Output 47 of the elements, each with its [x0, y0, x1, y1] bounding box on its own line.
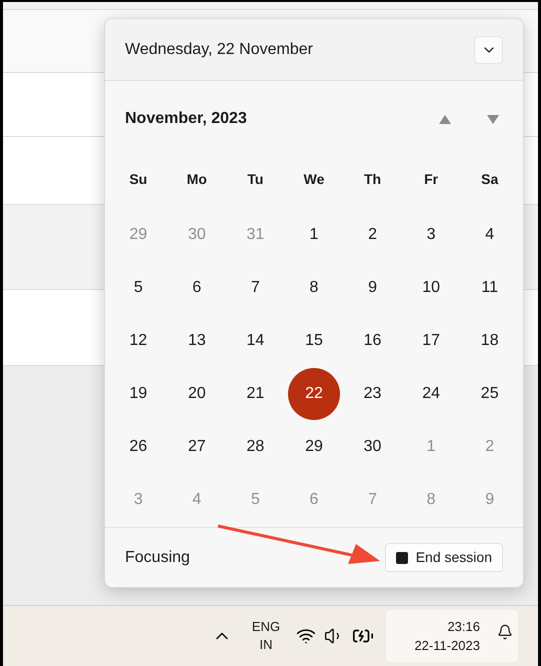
calendar-day[interactable]: 25: [470, 374, 510, 414]
weekday-label: We: [304, 170, 324, 188]
calendar-day[interactable]: 9: [352, 268, 393, 308]
calendar-day[interactable]: 26: [118, 426, 158, 466]
input-language-button[interactable]: ENG IN: [246, 618, 286, 654]
calendar-day[interactable]: 2: [352, 214, 393, 254]
calendar-day[interactable]: 17: [411, 320, 452, 360]
calendar-day[interactable]: 12: [118, 320, 158, 360]
next-month-icon[interactable]: [487, 114, 499, 124]
weekday-label: Sa: [481, 170, 498, 188]
calendar-day[interactable]: 3: [411, 214, 452, 254]
calendar-day[interactable]: 10: [411, 268, 452, 308]
weekday-label: Tu: [247, 170, 264, 188]
calendar-day[interactable]: 29: [294, 426, 334, 466]
calendar-day[interactable]: 8: [294, 268, 334, 308]
calendar-day[interactable]: 4: [470, 214, 510, 254]
calendar-day[interactable]: 20: [176, 374, 217, 414]
notification-bell-icon[interactable]: [497, 624, 513, 640]
date-heading: Wednesday, 22 November: [125, 40, 313, 60]
calendar-day[interactable]: 23: [352, 374, 393, 414]
calendar-day[interactable]: 5: [118, 268, 158, 308]
calendar-day[interactable]: 24: [411, 374, 452, 414]
end-session-button[interactable]: End session: [384, 543, 503, 572]
calendar-day[interactable]: 21: [235, 374, 276, 414]
calendar-day[interactable]: 19: [118, 374, 158, 414]
calendar-day[interactable]: 1: [294, 214, 334, 254]
calendar-day[interactable]: 7: [235, 268, 276, 308]
calendar-day[interactable]: 16: [352, 320, 393, 360]
weekday-label: Th: [364, 170, 382, 188]
calendar-day[interactable]: 15: [294, 320, 334, 360]
weekday-label: Su: [129, 170, 148, 188]
calendar-day[interactable]: 14: [235, 320, 276, 360]
weekday-label: Mo: [186, 170, 207, 188]
month-title: November, 2023: [125, 109, 247, 129]
calendar-day[interactable]: 22: [288, 368, 340, 420]
stop-icon: [396, 552, 408, 564]
calendar-day[interactable]: 18: [470, 320, 510, 360]
calendar-day[interactable]: 28: [235, 426, 276, 466]
calendar-day[interactable]: 30: [352, 426, 393, 466]
calendar-day[interactable]: 27: [176, 426, 217, 466]
previous-month-icon[interactable]: [439, 114, 451, 124]
calendar-day[interactable]: 11: [470, 268, 510, 308]
focus-status: Focusing: [125, 548, 190, 568]
weekday-label: Fr: [424, 170, 438, 188]
calendar-day[interactable]: 13: [176, 320, 217, 360]
clock-button[interactable]: 23:16 22-11-2023: [386, 610, 518, 662]
calendar-day[interactable]: 6: [176, 268, 217, 308]
